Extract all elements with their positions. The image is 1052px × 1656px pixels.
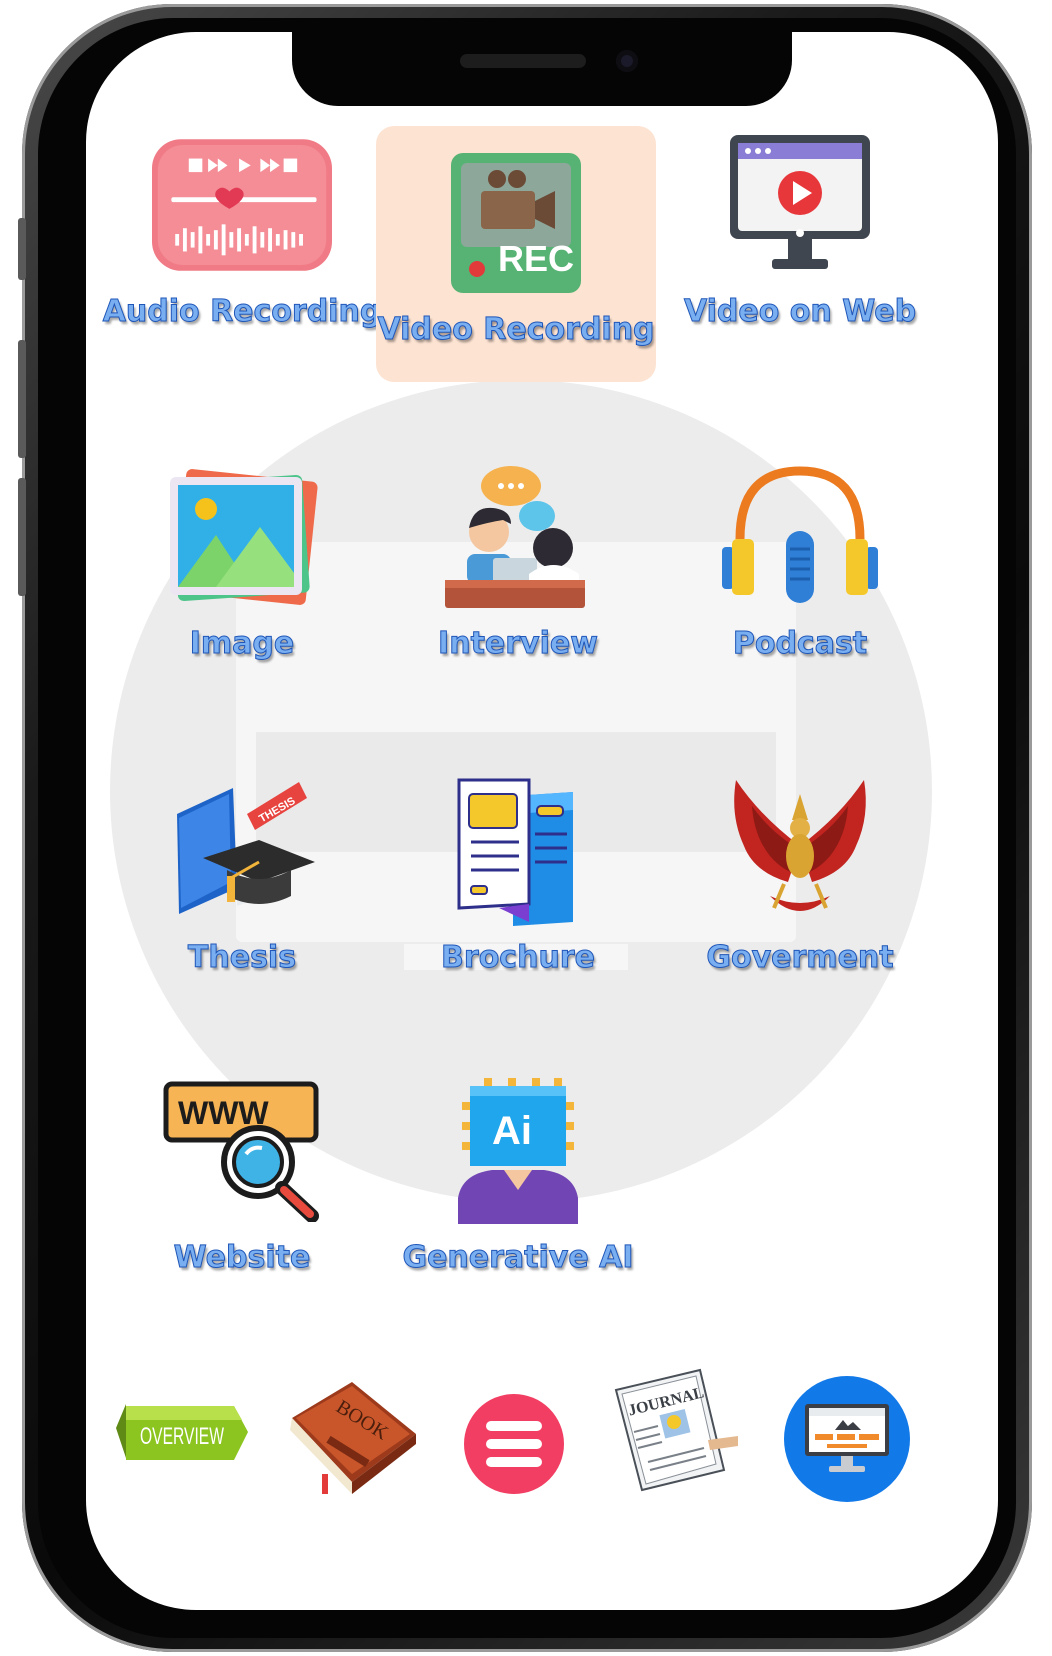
tile-goverment[interactable]: Goverment [660,776,940,1026]
tile-label: Generative AI [402,1240,634,1276]
tile-audio-recording[interactable]: Audio Recording [102,130,382,380]
overview-button[interactable]: OVERVIEW [116,1398,248,1468]
image-landscape-icon [152,462,332,612]
tile-podcast[interactable]: Podcast [660,462,940,712]
front-camera-icon [616,50,638,72]
journal-button[interactable]: JOURNAL [612,1366,742,1492]
tile-label: Thesis [187,940,297,976]
tile-video-recording[interactable]: REC Video Recording [376,126,656,382]
garuda-emblem-icon [710,776,890,926]
tile-label: Goverment [706,940,894,976]
book-button[interactable]: BOOK [282,1378,422,1498]
tile-label: Audio Recording [102,294,382,330]
audio-waveform-icon [152,130,332,280]
tile-interview[interactable]: Interview [378,462,658,712]
phone-screen: Audio Recording REC Video Recording Vide… [86,32,998,1610]
menu-button[interactable] [464,1394,564,1494]
podcast-headphones-icon [710,462,890,612]
hamburger-menu-icon [486,1421,542,1467]
interview-people-icon [428,462,608,612]
www-search-icon: WWW [152,1076,332,1226]
tile-generative-ai[interactable]: Ai Generative AI [378,1076,658,1326]
thesis-book-cap-icon: THESIS [152,776,332,926]
tile-website[interactable]: WWW Website [102,1076,382,1326]
tile-label: Video Recording [377,312,655,348]
monitor-button[interactable] [784,1376,910,1502]
rec-badge: REC [498,238,575,279]
notch [292,32,792,106]
tile-label: Video on Web [683,294,917,330]
tile-brochure[interactable]: Brochure [378,776,658,1026]
mute-switch [18,218,26,280]
tile-thesis[interactable]: THESIS Thesis [102,776,382,1026]
tile-label: Interview [438,626,599,662]
tile-label: Podcast [732,626,868,662]
overview-label: OVERVIEW [140,1423,224,1450]
web-monitor-icon [805,1404,889,1472]
tile-label: Brochure [441,940,596,976]
ai-tag: Ai [492,1109,532,1153]
tile-label: Image [189,626,295,662]
tile-image[interactable]: Image [102,462,382,712]
volume-up-button [18,340,26,458]
brochure-icon [428,776,608,926]
speaker-grille [460,54,586,68]
ai-chip-person-icon: Ai [428,1076,608,1226]
volume-down-button [18,478,26,596]
tile-video-on-web[interactable]: Video on Web [660,130,940,380]
web-video-monitor-icon [710,130,890,280]
tile-label: Website [173,1240,311,1276]
